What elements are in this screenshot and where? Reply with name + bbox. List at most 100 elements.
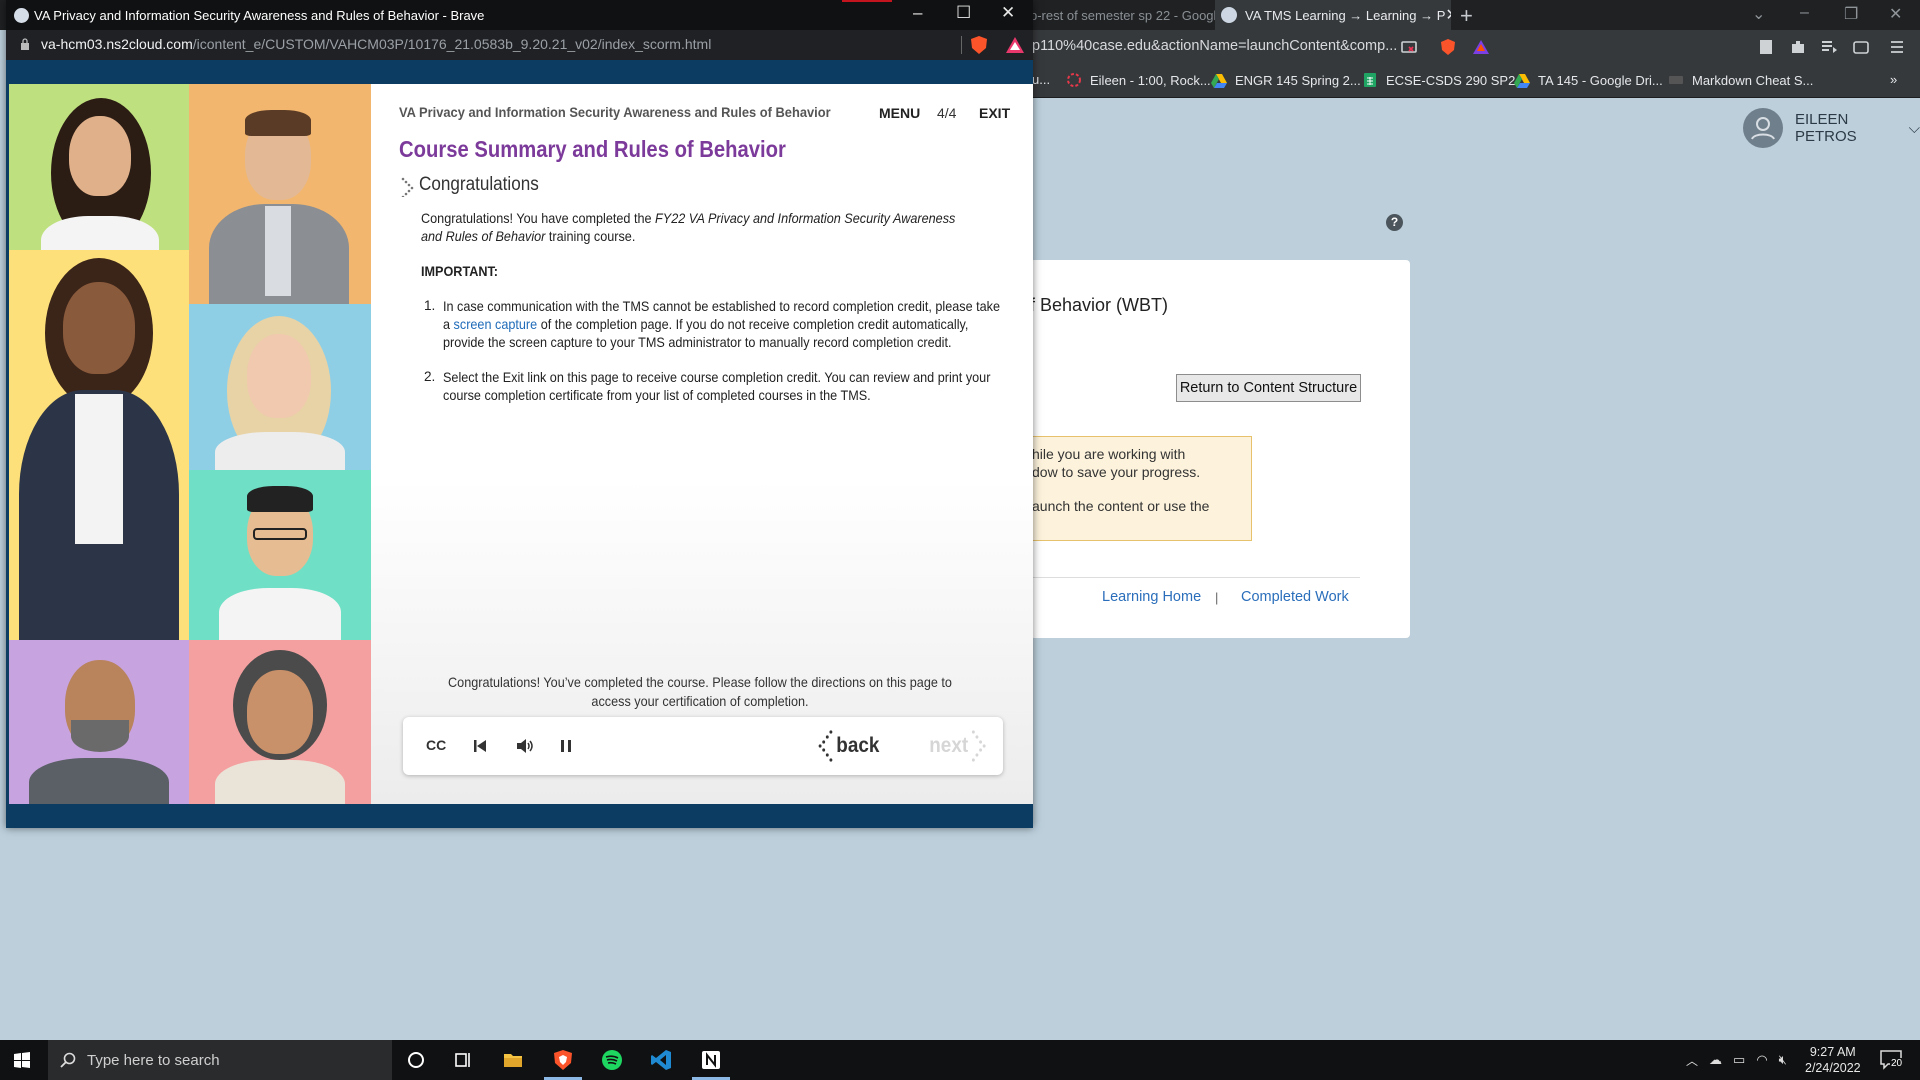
- bookmark-item[interactable]: u...: [1032, 72, 1050, 87]
- google-drive-icon: [1514, 74, 1530, 88]
- notification-center-icon[interactable]: 20: [1880, 1050, 1904, 1070]
- search-icon: [60, 1052, 76, 1068]
- taskbar-search-box[interactable]: Type here to search: [48, 1040, 392, 1080]
- congrats-text-start: Congratulations! You have completed the: [421, 211, 656, 226]
- divider: [1030, 577, 1360, 578]
- playlist-icon[interactable]: [1820, 38, 1838, 56]
- brave-shield-icon[interactable]: [970, 35, 988, 55]
- url-host: va-hcm03.ns2cloud.com: [41, 36, 193, 52]
- photo-man-suit: [189, 84, 371, 304]
- congratulations-text: Congratulations! You have completed the …: [421, 210, 979, 246]
- google-sheets-icon: [1364, 73, 1376, 87]
- tab-title: VA TMS Learning → Learning → P: [1245, 7, 1446, 23]
- tab-semester-sheet[interactable]: p-rest of semester sp 22 - Googl: [1030, 0, 1215, 30]
- back-label: back: [836, 734, 880, 757]
- user-menu[interactable]: EILEEN PETROS ⌵: [1743, 108, 1920, 148]
- photo-woman-blonde: [189, 304, 371, 470]
- taskbar-clock[interactable]: 9:27 AM 2/24/2022: [1805, 1044, 1861, 1076]
- tab-search-icon[interactable]: ⌄: [1752, 4, 1765, 24]
- brave-shield-icon[interactable]: [1439, 38, 1457, 56]
- back-button[interactable]: back: [816, 730, 879, 762]
- minimize-icon[interactable]: –: [1800, 4, 1809, 22]
- bookmark-label: u...: [1032, 72, 1051, 87]
- task-view-icon[interactable]: [452, 1049, 474, 1071]
- close-tab-icon[interactable]: ✕: [1445, 5, 1451, 25]
- closed-captions-button[interactable]: CC: [426, 737, 446, 753]
- spotify-icon[interactable]: [601, 1049, 623, 1071]
- minimize-icon[interactable]: –: [913, 3, 922, 23]
- notion-icon[interactable]: [700, 1049, 722, 1071]
- onedrive-icon[interactable]: ☁: [1709, 1052, 1722, 1069]
- chevron-up-icon[interactable]: ︿: [1686, 1052, 1698, 1069]
- windows-taskbar: Type here to search ︿ ☁ ▭ ◠ 🔇︎ 9:27 AM 2…: [0, 1040, 1920, 1080]
- extensions-icon[interactable]: [1789, 38, 1807, 56]
- list-number: 1.: [424, 298, 436, 313]
- background-url-field[interactable]: p110%40case.edu&actionName=launchContent…: [1032, 38, 1397, 54]
- windows-start-icon[interactable]: [14, 1052, 30, 1068]
- popup-title-bar[interactable]: VA Privacy and Information Security Awar…: [6, 0, 1033, 30]
- volume-muted-icon[interactable]: 🔇︎: [1779, 1052, 1787, 1069]
- restore-icon[interactable]: ❐: [1844, 4, 1858, 24]
- dotted-back-arrow-icon: [818, 730, 833, 762]
- close-window-icon[interactable]: ✕: [1001, 3, 1015, 23]
- reader-mode-icon[interactable]: [1757, 38, 1775, 56]
- clock-date: 2/24/2022: [1805, 1061, 1861, 1075]
- menu-button[interactable]: MENU: [879, 105, 920, 121]
- brave-rewards-icon[interactable]: [1472, 38, 1490, 56]
- bookmark-item[interactable]: ENGR 145 Spring 2...: [1211, 72, 1361, 88]
- bookmark-label: ECSE-CSDS 290 SP2...: [1386, 72, 1527, 88]
- vscode-icon[interactable]: [650, 1049, 672, 1071]
- chevron-down-icon: ⌵: [1908, 119, 1920, 137]
- brave-rewards-icon[interactable]: [1006, 37, 1024, 53]
- bookmark-item[interactable]: TA 145 - Google Dri...: [1514, 72, 1663, 88]
- wifi-icon[interactable]: ◠: [1756, 1052, 1767, 1069]
- wallet-icon[interactable]: [1852, 38, 1870, 56]
- help-icon[interactable]: ?: [1386, 214, 1403, 231]
- divider: [961, 36, 962, 54]
- calendar-icon: [1067, 73, 1081, 87]
- brave-browser-icon[interactable]: [552, 1049, 574, 1071]
- tab-title: p-rest of semester sp 22 - Googl: [1030, 7, 1215, 23]
- important-label: IMPORTANT:: [421, 264, 499, 279]
- page-indicator: 4/4: [937, 105, 957, 121]
- completion-message: Congratulations! You’ve completed the co…: [448, 675, 952, 709]
- volume-icon[interactable]: [516, 738, 534, 754]
- return-to-content-structure-button[interactable]: Return to Content Structure: [1176, 374, 1361, 402]
- bookmark-item[interactable]: Eileen - 1:00, Rock...: [1066, 72, 1211, 88]
- user-icon: [1751, 117, 1775, 140]
- va-favicon-icon: [1221, 7, 1237, 23]
- maximize-icon[interactable]: ☐: [956, 3, 971, 23]
- recording-indicator: [842, 0, 892, 2]
- page-title: Course Summary and Rules of Behavior: [399, 136, 786, 162]
- cortana-icon[interactable]: [405, 1049, 427, 1071]
- completed-work-link[interactable]: Completed Work: [1241, 589, 1349, 605]
- course-header-title: VA Privacy and Information Security Awar…: [399, 104, 831, 120]
- file-explorer-icon[interactable]: [502, 1049, 524, 1071]
- pause-icon[interactable]: [560, 739, 572, 753]
- new-tab-icon[interactable]: +: [1460, 3, 1473, 29]
- screen-capture-link[interactable]: screen capture: [454, 317, 538, 332]
- lock-icon: [21, 38, 29, 50]
- exit-button[interactable]: EXIT: [979, 105, 1010, 121]
- next-button[interactable]: next: [929, 730, 988, 762]
- course-title: f Behavior (WBT): [1030, 295, 1169, 315]
- popup-window-title: VA Privacy and Information Security Awar…: [34, 8, 485, 23]
- next-label: next: [929, 734, 969, 757]
- bookmark-item[interactable]: Markdown Cheat S...: [1668, 72, 1813, 88]
- tab-va-tms-learning[interactable]: VA TMS Learning → Learning → P ✕: [1215, 0, 1451, 30]
- popup-address-bar[interactable]: va-hcm03.ns2cloud.com/icontent_e/CUSTOM/…: [6, 30, 1033, 60]
- cast-icon[interactable]: [1400, 38, 1418, 56]
- section-heading: Congratulations: [419, 174, 539, 195]
- course-frame-top: [6, 60, 1033, 84]
- photo-woman-curly-hair: [9, 84, 189, 250]
- learning-home-link[interactable]: Learning Home: [1102, 589, 1201, 605]
- browser-menu-icon[interactable]: [1888, 38, 1906, 56]
- bookmark-item[interactable]: ECSE-CSDS 290 SP2...: [1362, 72, 1526, 88]
- close-window-icon[interactable]: ✕: [1889, 4, 1902, 24]
- restart-icon[interactable]: [473, 739, 487, 753]
- more-bookmarks-icon[interactable]: »: [1890, 72, 1897, 87]
- warning-text: aunch the content or use the: [1032, 498, 1210, 514]
- bookmark-label: Markdown Cheat S...: [1692, 72, 1814, 88]
- battery-icon[interactable]: ▭: [1733, 1052, 1745, 1069]
- bookmark-label: TA 145 - Google Dri...: [1538, 72, 1663, 88]
